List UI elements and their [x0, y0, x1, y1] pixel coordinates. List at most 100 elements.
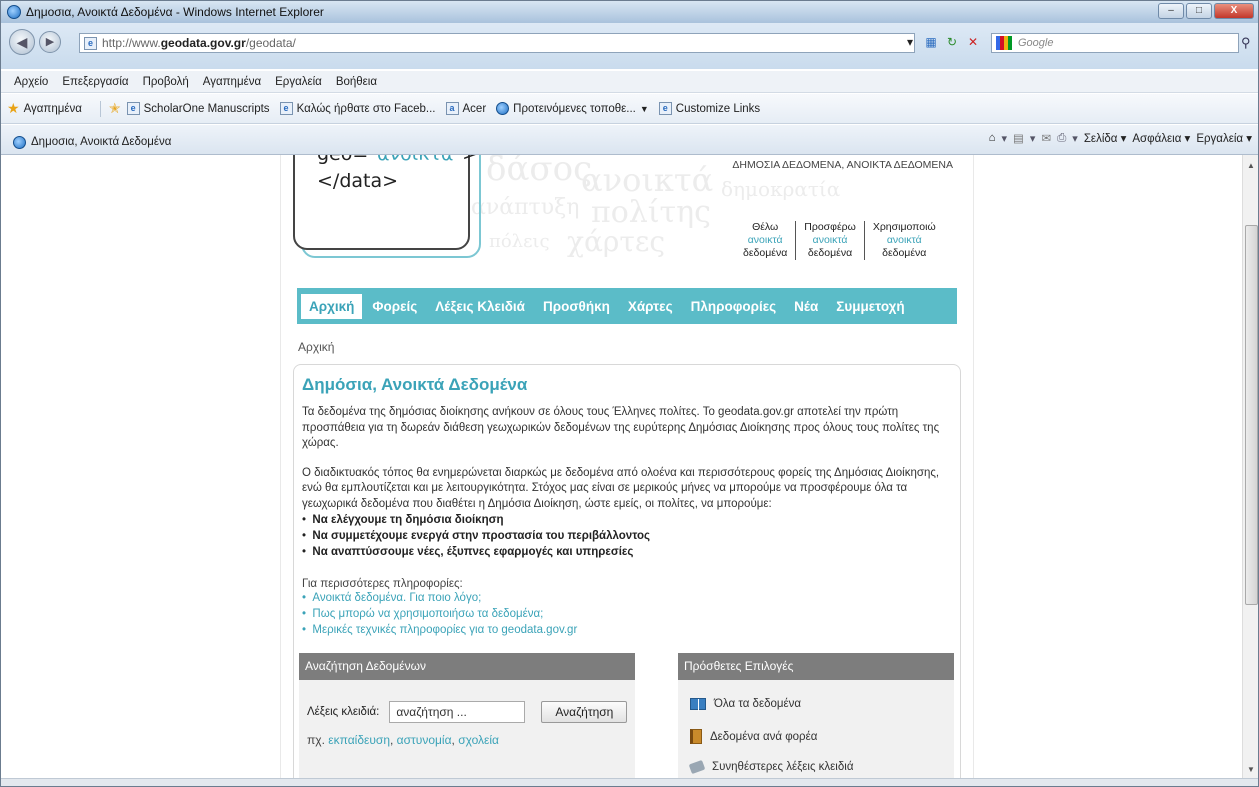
restore-button[interactable]: □ — [1186, 3, 1212, 19]
quick-link-use[interactable]: Χρησιμοποιώ ανοικτά δεδομένα — [863, 221, 944, 260]
option-by-agency[interactable]: Δεδομένα ανά φορέα — [690, 729, 817, 744]
compat-view-icon[interactable]: ▦ — [922, 33, 940, 51]
add-favorite-icon[interactable]: ✭ — [109, 100, 121, 117]
nav-news[interactable]: Νέα — [786, 294, 826, 319]
keywords-input[interactable]: αναζήτηση ... — [389, 701, 526, 723]
safety-menu-label: Ασφάλεια — [1132, 133, 1182, 145]
fav-link-scholarone[interactable]: e ScholarOne Manuscripts — [126, 102, 270, 115]
fav-link-label: ScholarOne Manuscripts — [143, 102, 270, 115]
site-logo[interactable]: geo="ανοικτά"> </data> — [293, 155, 478, 250]
option-common-keywords[interactable]: Συνηθέστερες λέξεις κλειδιά — [688, 759, 853, 775]
info-link-label: Ανοικτά δεδομένα. Για ποιο λόγο; — [312, 592, 482, 604]
forward-button[interactable]: ▶ — [39, 31, 61, 53]
quick-link-verb: Θέλω — [752, 221, 779, 233]
nav-participate[interactable]: Συμμετοχή — [828, 294, 912, 319]
nav-add[interactable]: Προσθήκη — [535, 294, 618, 319]
scroll-down-icon[interactable]: ▼ — [1247, 765, 1255, 774]
feeds-icon[interactable]: ▤ — [1013, 131, 1024, 145]
menu-view[interactable]: Προβολή — [136, 76, 196, 88]
option-all-data[interactable]: Όλα τα δεδομένα — [690, 698, 802, 711]
menu-tools[interactable]: Εργαλεία — [268, 76, 329, 88]
chevron-down-icon[interactable]: ▾ — [1030, 132, 1036, 145]
ie-icon — [7, 5, 21, 19]
goal-text: Να αναπτύσσουμε νέες, έξυπνες εφαρμογές … — [312, 546, 634, 558]
nav-maps[interactable]: Χάρτες — [620, 294, 681, 319]
nav-home[interactable]: Αρχική — [301, 293, 363, 319]
search-placeholder: Google — [1018, 37, 1054, 49]
intro-paragraph: Τα δεδομένα της δημόσιας διοίκησης ανήκο… — [302, 406, 940, 449]
google-icon — [996, 36, 1012, 50]
scroll-thumb[interactable] — [1245, 225, 1258, 605]
info-link-why[interactable]: • Ανοικτά δεδομένα. Για ποιο λόγο; — [302, 590, 952, 606]
nav-keywords[interactable]: Λέξεις Κλειδιά — [427, 294, 533, 319]
menu-file[interactable]: Αρχείο — [7, 76, 55, 88]
safety-menu[interactable]: Ασφάλεια ▾ — [1132, 131, 1190, 145]
menu-bar: Αρχείο Επεξεργασία Προβολή Αγαπημένα Εργ… — [1, 71, 1258, 93]
info-link-technical[interactable]: • Μερικές τεχνικές πληροφορίες για το ge… — [302, 622, 952, 638]
options-panel-title: Πρόσθετες Επιλογές — [678, 653, 954, 680]
site-tagline: ΔΗΜΟΣΙΑ ΔΕΔΟΜΕΝΑ, ΑΝΟΙΚΤΑ ΔΕΔΟΜΕΝΑ — [732, 159, 953, 171]
search-input[interactable]: Google — [991, 33, 1239, 53]
search-panel: Αναζήτηση Δεδομένων Λέξεις κλειδιά: αναζ… — [299, 653, 635, 778]
info-link-how[interactable]: • Πως μπορώ να χρησιμοποιήσω τα δεδομένα… — [302, 606, 952, 622]
address-toolbar: ◀ ▶ e http://www. geodata.gov.gr/geodata/… — [1, 23, 1258, 69]
nav-agencies[interactable]: Φορείς — [364, 294, 425, 319]
list-item: • Να συμμετέχουμε ενεργά στην προστασία … — [302, 530, 651, 542]
fav-link-label: Acer — [462, 102, 487, 115]
quick-link-open: ανοικτά — [812, 234, 848, 246]
menu-edit[interactable]: Επεξεργασία — [55, 76, 135, 88]
favorites-button[interactable]: ★ Αγαπημένα — [7, 100, 82, 117]
tools-menu-label: Εργαλεία — [1196, 133, 1244, 145]
dropdown-arrow-icon[interactable]: ▾ — [901, 33, 919, 51]
fav-link-suggested[interactable]: Προτεινόμενες τοποθε... ▼ — [496, 102, 649, 115]
minimize-button[interactable]: – — [1158, 3, 1184, 19]
logo-code-close: </data> — [317, 170, 399, 192]
quick-link-offer[interactable]: Προσφέρω ανοικτά δεδομένα — [795, 221, 864, 260]
quick-link-open: ανοικτά — [886, 234, 922, 246]
print-icon[interactable]: ⎙ — [1057, 132, 1066, 145]
goal-text: Να ελέγχουμε τη δημόσια διοίκηση — [312, 514, 504, 526]
address-buttons: ▾ ▦ ↻ ✕ — [901, 33, 982, 51]
chevron-down-icon[interactable]: ▾ — [1072, 132, 1078, 145]
search-button[interactable]: Αναζήτηση — [541, 701, 628, 723]
option-label: Δεδομένα ανά φορέα — [710, 730, 818, 743]
tab-current[interactable]: Δημοσια, Ανοικτά Δεδομένα — [7, 129, 887, 155]
menu-help[interactable]: Βοήθεια — [329, 76, 384, 88]
menu-favorites[interactable]: Αγαπημένα — [196, 76, 268, 88]
chevron-down-icon: ▼ — [639, 103, 649, 114]
quick-links: Θέλω ανοικτά δεδομένα Προσφέρω ανοικτά δεδομ… — [735, 221, 944, 260]
list-item: • Να ελέγχουμε τη δημόσια διοίκηση — [302, 514, 504, 526]
keywords-label: Λέξεις κλειδιά: — [307, 706, 380, 718]
close-button[interactable]: X — [1214, 3, 1254, 19]
fav-link-customize[interactable]: e Customize Links — [658, 102, 760, 115]
quick-link-want[interactable]: Θέλω ανοικτά δεδομένα — [735, 221, 795, 260]
status-bar — [1, 778, 1258, 786]
home-icon[interactable]: ⌂ — [989, 132, 996, 144]
binder-icon — [690, 729, 702, 744]
page-menu[interactable]: Σελίδα ▾ — [1084, 131, 1127, 145]
example-link[interactable]: σχολεία — [458, 733, 499, 747]
option-label: Όλα τα δεδομένα — [714, 698, 802, 710]
scroll-up-icon[interactable]: ▲ — [1247, 161, 1255, 170]
tools-menu[interactable]: Εργαλεία ▾ — [1196, 131, 1252, 145]
nav-info[interactable]: Πληροφορίες — [683, 294, 785, 319]
logo-code-end: "> — [453, 155, 478, 165]
list-item: • Να αναπτύσσουμε νέες, έξυπνες εφαρμογέ… — [302, 546, 634, 558]
back-button[interactable]: ◀ — [9, 29, 35, 55]
mail-icon[interactable]: ✉ — [1041, 131, 1051, 145]
example-link[interactable]: εκπαίδευση — [328, 733, 390, 747]
quick-link-data: δεδομένα — [807, 247, 853, 259]
bg-word: δάσος — [486, 155, 593, 189]
quick-link-verb: Προσφέρω — [804, 221, 856, 233]
vertical-scrollbar[interactable]: ▲ ▼ — [1242, 155, 1258, 778]
fav-link-facebook[interactable]: e Καλώς ήρθατε στο Faceb... — [279, 102, 436, 115]
chevron-down-icon[interactable]: ▾ — [1002, 132, 1008, 145]
search-icon[interactable]: ⚲ — [1241, 35, 1251, 51]
stop-icon[interactable]: ✕ — [964, 33, 982, 51]
fav-link-acer[interactable]: a Acer — [445, 102, 487, 115]
refresh-icon[interactable]: ↻ — [943, 33, 961, 51]
ie-icon — [496, 102, 510, 115]
bg-word: πόλεις — [489, 231, 550, 252]
address-field[interactable]: e http://www. geodata.gov.gr/geodata/ — [79, 33, 915, 53]
example-link[interactable]: αστυνομία — [397, 733, 452, 747]
